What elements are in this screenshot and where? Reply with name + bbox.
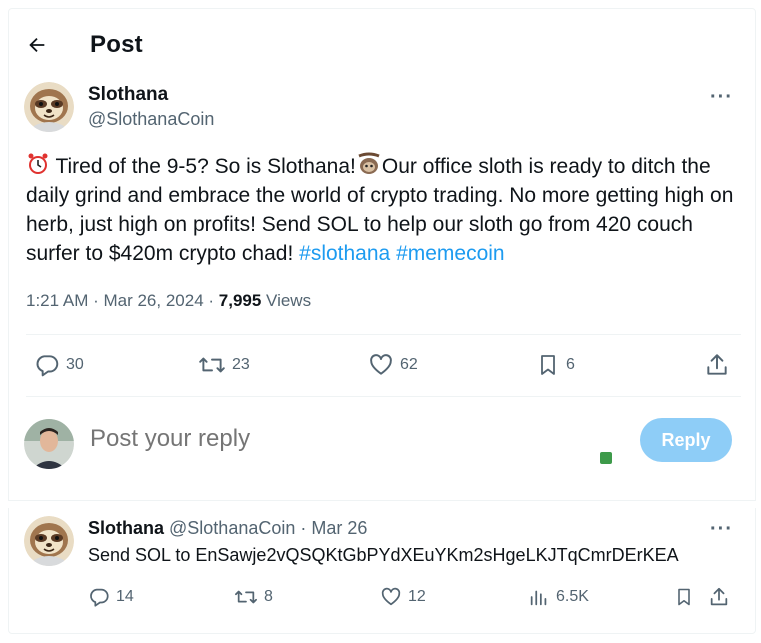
tweet-text-part1: Tired of the 9-5? So is Slothana! bbox=[50, 155, 356, 178]
reply-like-action[interactable]: 12 bbox=[380, 586, 426, 608]
comment-icon bbox=[90, 588, 109, 607]
green-marker bbox=[600, 452, 612, 464]
heart-icon bbox=[381, 587, 401, 606]
reply-reply-action[interactable]: 14 bbox=[88, 586, 134, 608]
reply-input[interactable] bbox=[90, 425, 610, 453]
reply-text: Send SOL to EnSawje2vQSQKtGbPYdXEuYKm2sH… bbox=[88, 545, 679, 565]
reply-views-action[interactable]: 6.5K bbox=[528, 586, 589, 608]
reply-reply-count: 14 bbox=[116, 588, 134, 605]
reply-header: Slothana @SlothanaCoin · Mar 26 bbox=[88, 518, 367, 539]
analytics-icon bbox=[530, 590, 547, 606]
sloth-icon bbox=[358, 152, 380, 174]
like-action[interactable]: 62 bbox=[368, 352, 418, 378]
like-count: 62 bbox=[400, 356, 418, 373]
more-options-button[interactable]: ··· bbox=[710, 86, 733, 109]
alarm-clock-icon bbox=[28, 153, 48, 174]
tweet-timestamp[interactable]: 1:21 AM · Mar 26, 2024 · bbox=[26, 291, 219, 310]
reply-author-name[interactable]: Slothana bbox=[88, 518, 164, 538]
share-icon bbox=[710, 587, 728, 606]
arrow-left-icon bbox=[29, 37, 45, 53]
reply-like-count: 12 bbox=[408, 588, 426, 605]
reply-author-avatar[interactable] bbox=[24, 516, 74, 566]
views-label: Views bbox=[261, 291, 312, 310]
share-icon bbox=[707, 354, 727, 375]
reply-repost-count: 8 bbox=[264, 588, 273, 605]
page-header: Post bbox=[20, 28, 143, 62]
repost-action[interactable]: 23 bbox=[198, 352, 250, 378]
repost-icon bbox=[235, 590, 257, 604]
divider bbox=[26, 334, 741, 335]
section-separator bbox=[8, 500, 756, 508]
reply-button[interactable]: Reply bbox=[640, 418, 732, 462]
hashtag-link-memecoin[interactable]: #memecoin bbox=[396, 242, 505, 265]
reply-bookmark-action[interactable] bbox=[674, 586, 694, 608]
bookmark-action[interactable]: 6 bbox=[536, 352, 575, 378]
divider bbox=[26, 396, 741, 397]
author-avatar[interactable] bbox=[24, 82, 74, 132]
share-action[interactable] bbox=[704, 352, 730, 378]
bookmark-icon bbox=[678, 588, 690, 606]
author-handle[interactable]: @SlothanaCoin bbox=[88, 109, 214, 130]
heart-icon bbox=[370, 354, 392, 375]
author-name[interactable]: Slothana bbox=[88, 84, 168, 106]
comment-icon bbox=[36, 355, 59, 377]
reply-view-count: 6.5K bbox=[556, 588, 589, 605]
hashtag-link-slothana[interactable]: #slothana bbox=[299, 242, 390, 265]
reply-action[interactable]: 30 bbox=[34, 352, 84, 378]
back-button[interactable] bbox=[20, 28, 54, 62]
reply-share-action[interactable] bbox=[708, 586, 730, 608]
tweet-text: Tired of the 9-5? So is Slothana! Our of… bbox=[26, 152, 738, 268]
bookmark-count: 6 bbox=[566, 356, 575, 373]
repost-icon bbox=[199, 357, 225, 373]
reply-repost-action[interactable]: 8 bbox=[234, 586, 273, 608]
views-count: 7,995 bbox=[218, 291, 262, 310]
reply-count: 30 bbox=[66, 356, 84, 373]
reply-actions: 14 8 12 6.5K bbox=[88, 586, 738, 612]
tweet-meta: 1:21 AM · Mar 26, 2024 · 7,995 Views bbox=[26, 291, 311, 311]
reply-more-options-button[interactable]: ··· bbox=[710, 518, 733, 541]
reply-author-handle-date[interactable]: @SlothanaCoin · Mar 26 bbox=[164, 518, 367, 538]
repost-count: 23 bbox=[232, 356, 250, 373]
page-title: Post bbox=[90, 31, 143, 58]
bookmark-icon bbox=[541, 355, 555, 375]
current-user-avatar[interactable] bbox=[24, 419, 74, 469]
tweet-actions: 30 23 62 6 bbox=[34, 352, 730, 382]
